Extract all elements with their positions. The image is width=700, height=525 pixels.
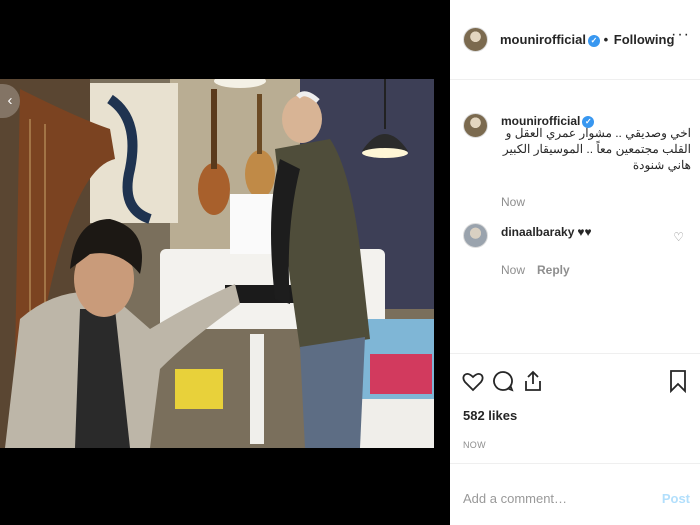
post-photo[interactable] (0, 79, 434, 448)
more-options-icon[interactable]: ··· (671, 26, 690, 44)
author-line: mounirofficial ✓ • Following (500, 32, 674, 47)
likes-count[interactable]: 582 likes (463, 408, 517, 423)
verified-badge-icon: ✓ (587, 35, 600, 47)
reply-button[interactable]: Reply (537, 263, 570, 277)
following-button[interactable]: Following (614, 32, 675, 47)
comment-bubble-icon[interactable] (491, 369, 515, 393)
separator-dot: • (603, 32, 609, 47)
like-comment-heart-icon[interactable]: ♡ (673, 230, 684, 244)
caption-avatar[interactable] (463, 113, 488, 138)
post-header: mounirofficial ✓ • Following ··· (450, 0, 700, 80)
commenter-avatar[interactable] (463, 223, 488, 248)
post-comment-button[interactable]: Post (662, 491, 690, 506)
action-bar: 582 likes NOW (450, 354, 700, 464)
author-username[interactable]: mounirofficial (500, 32, 586, 47)
comment-time: Now (501, 263, 526, 277)
share-icon[interactable] (521, 369, 545, 393)
commenter-username[interactable]: dinaalbaraky (501, 225, 574, 239)
comment-line: dinaalbaraky ♥♥ (501, 225, 592, 239)
media-pane: ‹ (0, 0, 450, 525)
post-timestamp: NOW (463, 440, 486, 450)
like-heart-icon[interactable] (461, 369, 485, 393)
comment-text: ♥♥ (577, 225, 592, 239)
comments-section: mounirofficial ✓ اخي وصديقي .. مشوار عمري… (450, 80, 700, 354)
comment-input[interactable]: Add a comment… (463, 491, 567, 506)
caption-time: Now (501, 195, 526, 209)
save-bookmark-icon[interactable] (666, 369, 690, 393)
author-avatar[interactable] (463, 27, 488, 52)
caption-text: اخي وصديقي .. مشوار عمري العقل و القلب م… (502, 126, 691, 172)
post-side-panel: mounirofficial ✓ • Following ··· mounirof… (450, 0, 700, 525)
